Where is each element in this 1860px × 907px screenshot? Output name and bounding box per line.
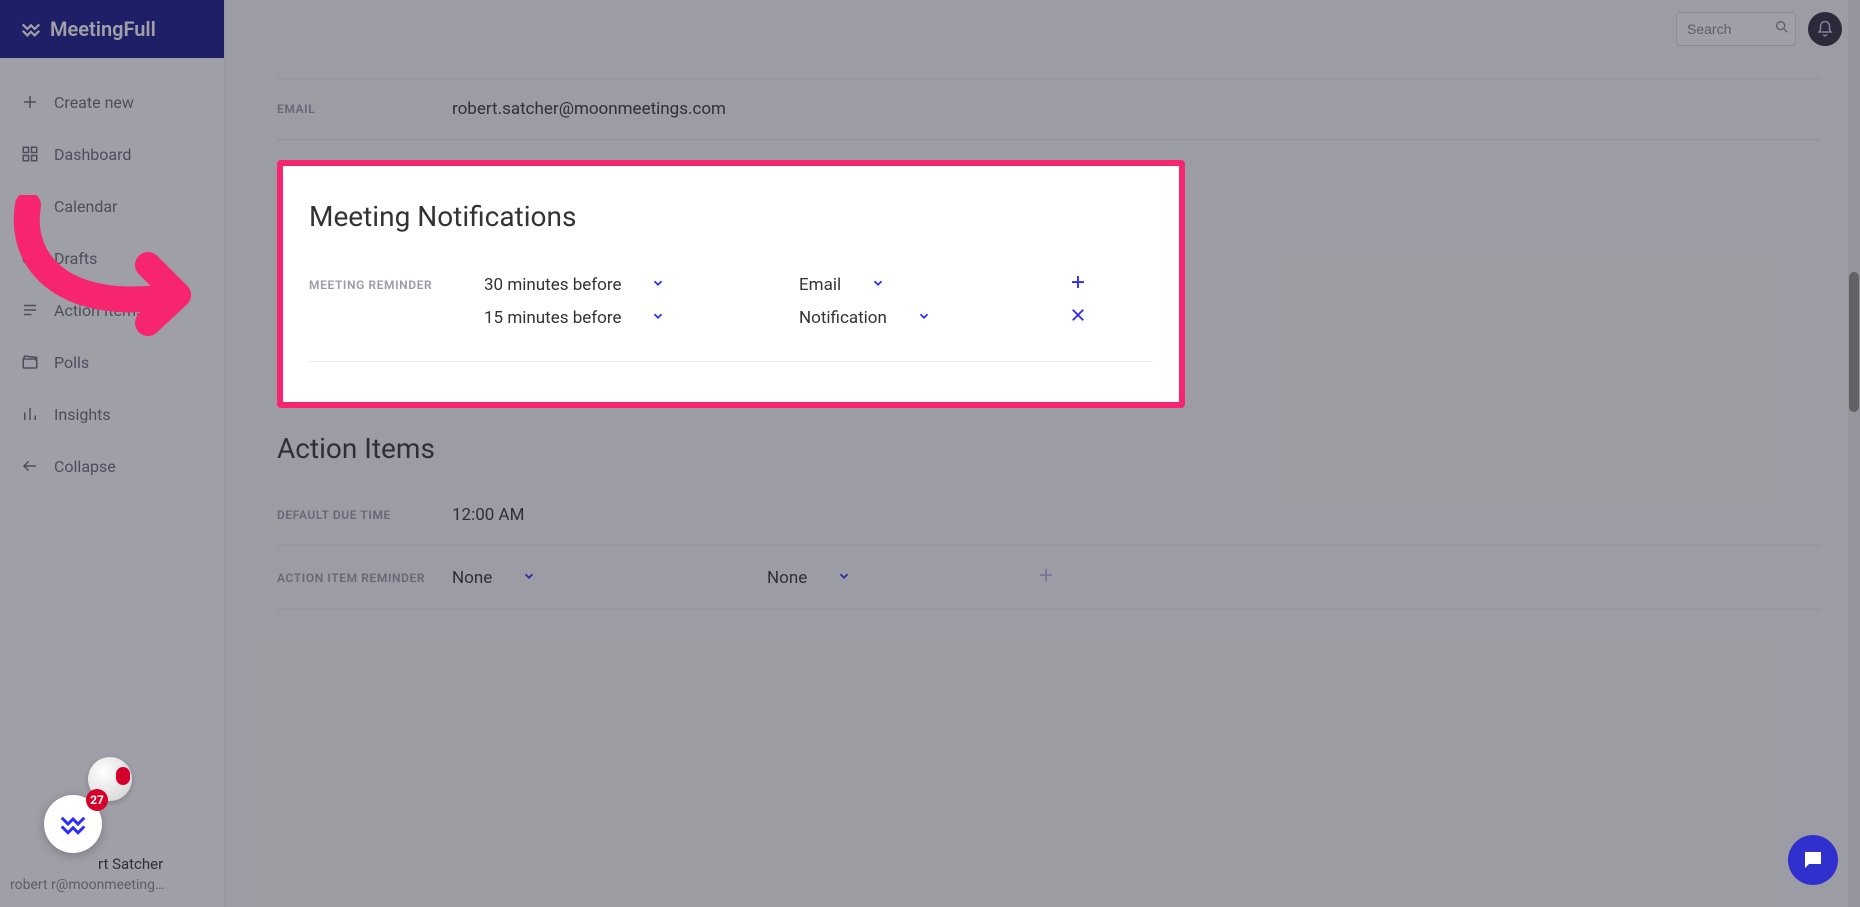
meeting-notifications-card: Meeting Notifications MEETING REMINDER 3…: [277, 160, 1185, 408]
badge-count: 27: [86, 789, 108, 811]
plus-icon: [1037, 566, 1055, 584]
sidebar-item-drafts[interactable]: Drafts: [0, 232, 224, 284]
meeting-notifications-title: Meeting Notifications: [309, 200, 1153, 233]
sidebar-footer: rt Satcher robert r@moonmeeting…: [0, 841, 224, 907]
email-row: EMAIL robert.satcher@moonmeetings.com: [277, 99, 1820, 119]
action-reminder-method-value: None: [767, 568, 807, 588]
brand-header[interactable]: MeetingFull: [0, 0, 224, 58]
plus-icon: [1069, 273, 1087, 291]
divider: [277, 78, 1820, 79]
chevron-down-icon: [871, 275, 885, 295]
reminder-time-dropdown[interactable]: 30 minutes before: [484, 275, 799, 295]
divider: [277, 139, 1820, 140]
arrow-left-icon: [20, 456, 40, 476]
content: EMAIL robert.satcher@moonmeetings.com Me…: [225, 58, 1860, 907]
add-action-reminder-button[interactable]: [1037, 566, 1055, 589]
list-icon: [20, 300, 40, 320]
sidebar-item-calendar[interactable]: Calendar: [0, 180, 224, 232]
divider: [309, 361, 1153, 362]
reminder-time-dropdown[interactable]: 15 minutes before: [484, 308, 799, 328]
scrollbar[interactable]: [1848, 0, 1860, 907]
main: EMAIL robert.satcher@moonmeetings.com Me…: [225, 0, 1860, 907]
reminder-time-value: 30 minutes before: [484, 275, 621, 295]
email-value: robert.satcher@moonmeetings.com: [452, 99, 726, 119]
action-reminder-time-value: None: [452, 568, 492, 588]
bell-icon: [1816, 20, 1834, 38]
action-item-reminder-label: ACTION ITEM REMINDER: [277, 571, 452, 585]
clock-icon: [20, 248, 40, 268]
sidebar-item-label: Collapse: [54, 457, 116, 476]
add-reminder-button[interactable]: [1069, 273, 1087, 296]
default-due-time-value[interactable]: 12:00 AM: [452, 505, 524, 525]
action-reminder-time-dropdown[interactable]: None: [452, 568, 767, 588]
search-wrap: [1676, 12, 1796, 46]
sidebar-item-insights[interactable]: Insights: [0, 388, 224, 440]
reminder-method-dropdown[interactable]: Email: [799, 275, 1069, 295]
brand-logo-icon: [58, 809, 88, 839]
calendar-icon: [20, 196, 40, 216]
chat-button[interactable]: [1788, 835, 1838, 885]
sidebar-item-label: Drafts: [54, 249, 97, 268]
sidebar-item-label: Insights: [54, 405, 111, 424]
plus-icon: [20, 92, 40, 112]
create-new-label: Create new: [54, 93, 134, 112]
meeting-reminders: MEETING REMINDER 30 minutes before Email: [309, 273, 1153, 329]
chevron-down-icon: [837, 568, 851, 588]
floating-app-badge[interactable]: 27: [44, 795, 102, 853]
sidebar-item-label: Action Items: [54, 301, 144, 320]
default-due-time-row: DEFAULT DUE TIME 12:00 AM: [277, 505, 1820, 525]
chat-icon: [1801, 848, 1825, 872]
divider: [277, 609, 1820, 610]
brand-name: MeetingFull: [50, 17, 156, 41]
sidebar-item-label: Calendar: [54, 197, 117, 216]
user-email: robert r@moonmeeting…: [10, 877, 214, 893]
reminder-method-value: Notification: [799, 308, 887, 328]
search-icon[interactable]: [1774, 19, 1790, 39]
default-due-time-label: DEFAULT DUE TIME: [277, 508, 452, 522]
reminder-row: 15 minutes before Notification: [309, 306, 1153, 329]
user-block[interactable]: rt Satcher robert r@moonmeeting…: [10, 855, 214, 893]
sidebar-nav: Create new Dashboard Calendar Drafts: [0, 58, 224, 492]
action-items-title: Action Items: [277, 432, 1820, 465]
reminder-method-value: Email: [799, 275, 841, 295]
brand-logo-icon: [20, 18, 42, 40]
notifications-button[interactable]: [1808, 12, 1842, 46]
badge-dot: [116, 767, 130, 785]
sidebar-item-polls[interactable]: Polls: [0, 336, 224, 388]
action-reminder-method-dropdown[interactable]: None: [767, 568, 1037, 588]
bars-icon: [20, 404, 40, 424]
sidebar-item-label: Polls: [54, 353, 89, 372]
sidebar-item-label: Dashboard: [54, 145, 131, 164]
scrollbar-thumb[interactable]: [1849, 272, 1859, 412]
email-label: EMAIL: [277, 102, 452, 116]
clapper-icon: [20, 352, 40, 372]
chevron-down-icon: [651, 308, 665, 328]
grid-icon: [20, 144, 40, 164]
sidebar-item-action-items[interactable]: Action Items: [0, 284, 224, 336]
user-name: rt Satcher: [98, 855, 214, 873]
chevron-down-icon: [651, 275, 665, 295]
divider: [277, 545, 1820, 546]
reminder-time-value: 15 minutes before: [484, 308, 621, 328]
chevron-down-icon: [917, 308, 931, 328]
sidebar-item-collapse[interactable]: Collapse: [0, 440, 224, 492]
action-item-reminder-row: ACTION ITEM REMINDER None None: [277, 566, 1820, 589]
topbar: [225, 0, 1860, 58]
chevron-down-icon: [522, 568, 536, 588]
remove-reminder-button[interactable]: [1069, 306, 1087, 329]
close-icon: [1069, 306, 1087, 324]
reminder-row: MEETING REMINDER 30 minutes before Email: [309, 273, 1153, 296]
meeting-reminder-label: MEETING REMINDER: [309, 278, 484, 292]
create-new-button[interactable]: Create new: [0, 76, 224, 128]
reminder-method-dropdown[interactable]: Notification: [799, 308, 1069, 328]
sidebar-item-dashboard[interactable]: Dashboard: [0, 128, 224, 180]
